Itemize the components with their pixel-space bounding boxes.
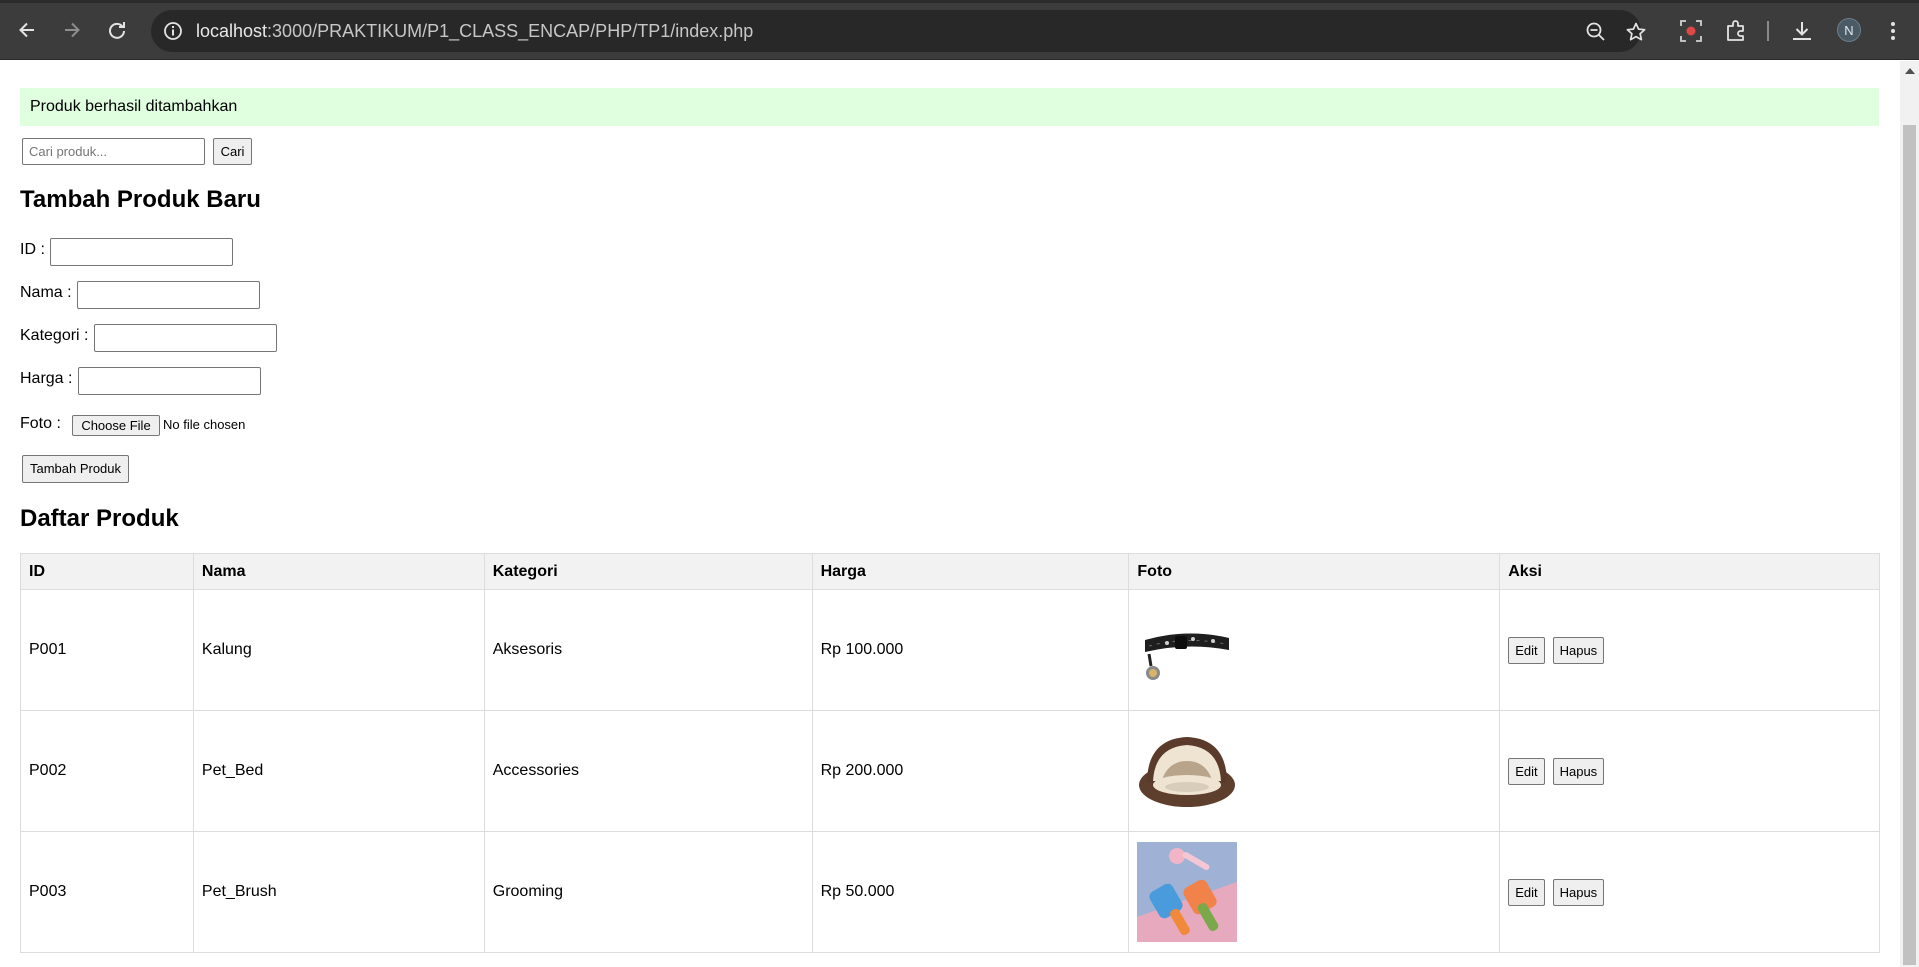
download-icon[interactable] — [1789, 18, 1815, 44]
delete-button[interactable]: Hapus — [1552, 757, 1605, 785]
column-header-harga: Harga — [811, 553, 1130, 590]
url-path: :3000/PRAKTIKUM/P1_CLASS_ENCAP/PHP/TP1/i… — [267, 21, 754, 41]
extensions-puzzle-icon[interactable] — [1723, 18, 1749, 44]
product-table: ID Nama Kategori Harga Foto Aksi P001 Ka… — [20, 553, 1880, 953]
id-field[interactable] — [50, 238, 233, 266]
cell-harga: Rp 100.000 — [811, 589, 1130, 711]
zoom-out-icon[interactable] — [1585, 21, 1607, 43]
cell-kategori: Grooming — [483, 831, 813, 953]
cell-harga: Rp 50.000 — [811, 831, 1130, 953]
tab-strip-edge — [0, 0, 1919, 3]
column-header-foto: Foto — [1128, 553, 1501, 590]
table-row: P002 Pet_Bed Accessories Rp 200.000 Edit… — [20, 710, 1880, 832]
kategori-field[interactable] — [94, 324, 277, 352]
cell-nama: Pet_Bed — [192, 710, 485, 832]
profile-avatar[interactable]: N — [1837, 18, 1861, 42]
foto-label: Foto : — [20, 415, 61, 432]
arrow-right-icon — [65, 22, 80, 38]
table-row: P003 Pet_Brush Grooming Rp 50.000 Edit H… — [20, 831, 1880, 953]
kategori-label: Kategori : — [20, 327, 89, 344]
toolbar-divider — [1767, 21, 1769, 41]
forward-button[interactable] — [56, 14, 88, 46]
product-list-heading: Daftar Produk — [20, 505, 179, 532]
delete-button[interactable]: Hapus — [1552, 878, 1605, 906]
address-bar[interactable]: localhost:3000/PRAKTIKUM/P1_CLASS_ENCAP/… — [151, 10, 1646, 52]
table-row: P001 Kalung Aksesoris Rp 100.000 Edit Ha… — [20, 589, 1880, 711]
cell-aksi: Edit Hapus — [1499, 589, 1880, 711]
page-viewport: ​ Produk berhasil ditambahkan Cari Tamba… — [0, 61, 1919, 967]
vertical-scrollbar[interactable] — [1900, 61, 1919, 967]
screen-capture-icon[interactable] — [1678, 18, 1704, 44]
edit-button[interactable]: Edit — [1508, 757, 1545, 785]
table-header-row: ID Nama Kategori Harga Foto Aksi — [20, 553, 1880, 590]
cell-aksi: Edit Hapus — [1499, 710, 1880, 832]
scroll-up-arrow-icon[interactable] — [1905, 68, 1915, 74]
cell-kategori: Aksesoris — [483, 589, 813, 711]
pet-bed-image — [1137, 721, 1238, 821]
cell-nama: Pet_Brush — [192, 831, 485, 953]
bookmark-star-icon[interactable] — [1625, 21, 1647, 43]
reload-button[interactable] — [101, 14, 133, 46]
pet-brush-image — [1137, 842, 1238, 942]
add-product-heading: Tambah Produk Baru — [20, 186, 261, 213]
browser-toolbar: localhost:3000/PRAKTIKUM/P1_CLASS_ENCAP/… — [0, 0, 1919, 60]
column-header-aksi: Aksi — [1499, 553, 1880, 590]
cell-kategori: Accessories — [483, 710, 813, 832]
nama-field[interactable] — [77, 281, 260, 309]
reload-icon — [109, 22, 125, 39]
nama-label: Nama : — [20, 284, 72, 301]
edit-button[interactable]: Edit — [1508, 636, 1545, 664]
collar-image — [1137, 600, 1238, 700]
cell-id: P002 — [20, 710, 194, 832]
column-header-id: ID — [20, 553, 194, 590]
scrollbar-thumb[interactable] — [1903, 125, 1916, 965]
delete-button[interactable]: Hapus — [1552, 636, 1605, 664]
cell-foto — [1128, 710, 1501, 832]
search-button[interactable]: Cari — [213, 138, 252, 165]
success-alert: Produk berhasil ditambahkan — [20, 88, 1879, 126]
harga-field[interactable] — [78, 367, 261, 395]
column-header-nama: Nama — [192, 553, 485, 590]
cell-harga: Rp 200.000 — [811, 710, 1130, 832]
site-info-icon[interactable] — [163, 21, 183, 41]
edit-button[interactable]: Edit — [1508, 878, 1545, 906]
file-status-text: No file chosen — [163, 417, 246, 432]
cell-nama: Kalung — [192, 589, 485, 711]
cell-id: P003 — [20, 831, 194, 953]
cell-foto — [1128, 831, 1501, 953]
add-product-button[interactable]: Tambah Produk — [22, 455, 129, 483]
search-input[interactable] — [22, 138, 205, 165]
url-text[interactable]: localhost:3000/PRAKTIKUM/P1_CLASS_ENCAP/… — [196, 21, 753, 41]
choose-file-button[interactable]: Choose File — [72, 415, 160, 436]
url-host: localhost — [196, 21, 268, 41]
cell-aksi: Edit Hapus — [1499, 831, 1880, 953]
harga-label: Harga : — [20, 370, 73, 387]
kebab-menu-icon[interactable] — [1880, 18, 1906, 44]
column-header-kategori: Kategori — [483, 553, 813, 590]
arrow-left-icon — [19, 22, 34, 38]
cell-id: P001 — [20, 589, 194, 711]
id-label: ID : — [20, 241, 45, 258]
cell-foto — [1128, 589, 1501, 711]
back-button[interactable] — [11, 14, 43, 46]
